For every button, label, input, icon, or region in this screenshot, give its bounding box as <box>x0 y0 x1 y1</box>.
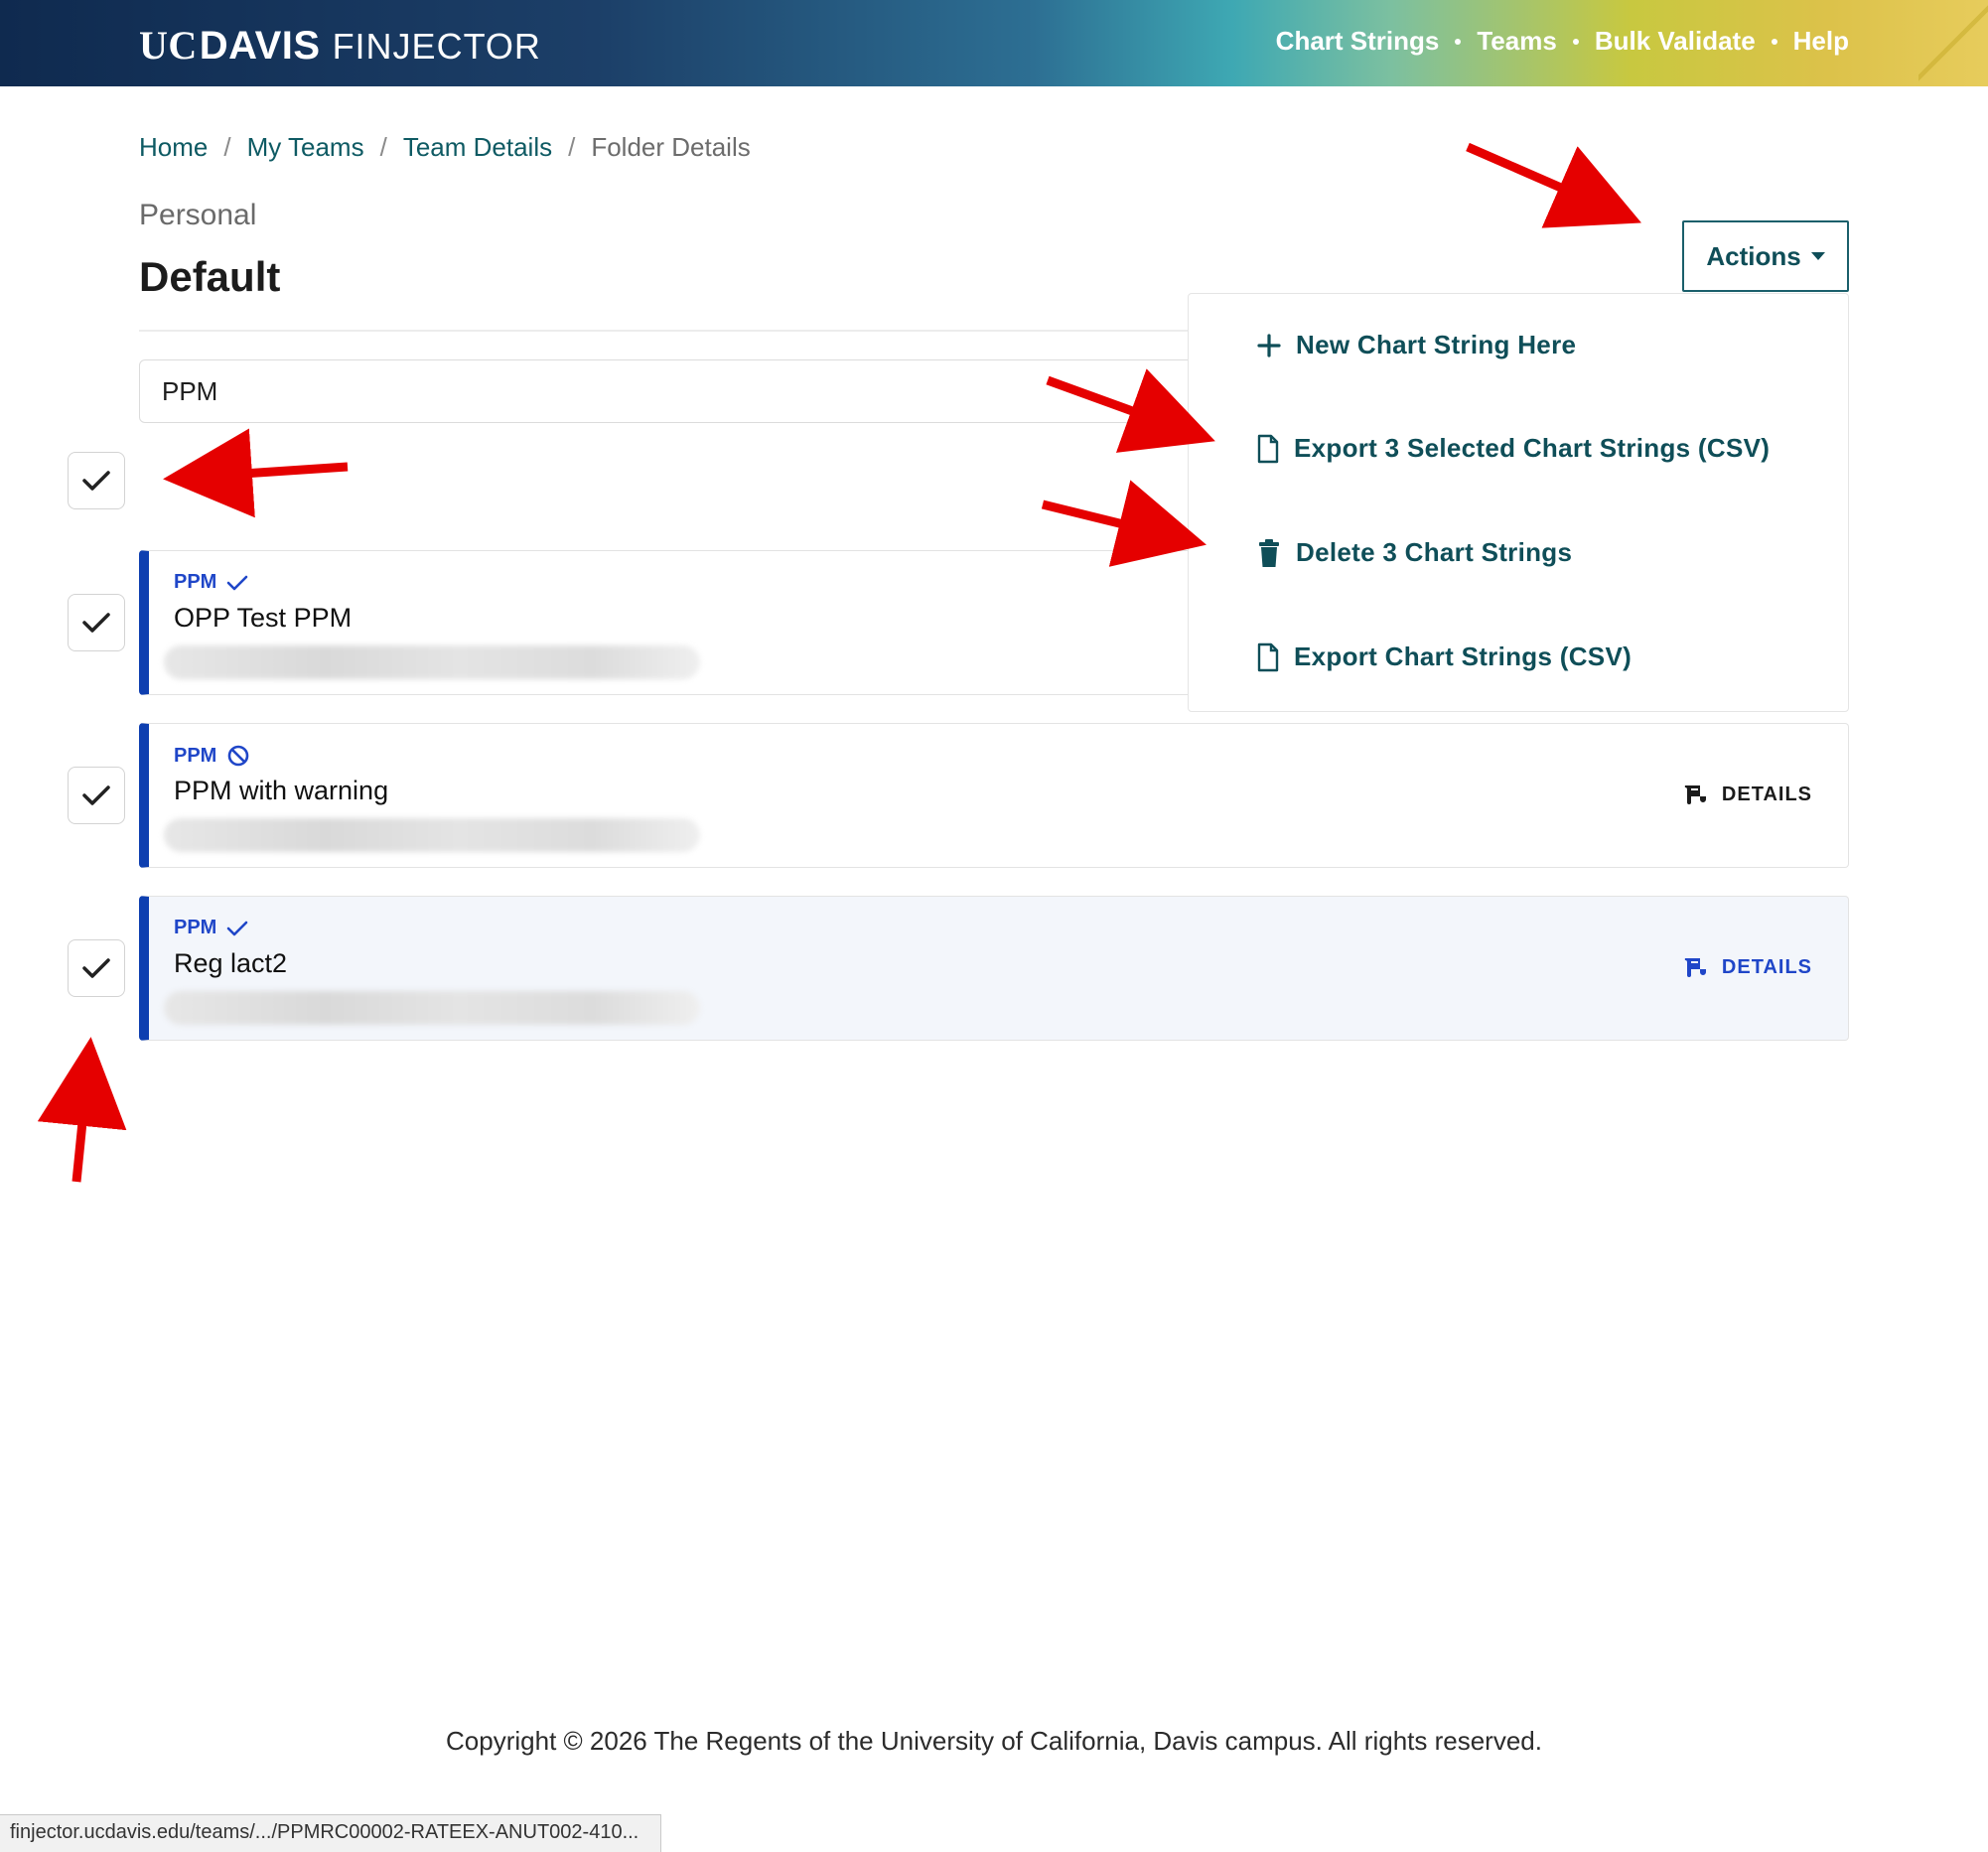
scroll-icon <box>1684 785 1706 804</box>
breadcrumb-home[interactable]: Home <box>139 132 208 163</box>
chart-string-type-badge: PPM <box>174 917 248 939</box>
chart-string-type: PPM <box>174 917 217 938</box>
menu-item-label: New Chart String Here <box>1296 330 1577 359</box>
caret-down-icon <box>1810 252 1825 260</box>
breadcrumb-team-details[interactable]: Team Details <box>403 132 552 163</box>
arrow-to-delete <box>1041 480 1207 567</box>
file-icon <box>1257 642 1279 671</box>
chart-string-name: PPM with warning <box>174 776 389 805</box>
actions-label: Actions <box>1706 240 1801 271</box>
actions-dropdown-menu: New Chart String Here Export 3 Selected … <box>1188 293 1849 712</box>
chart-string-type-badge: PPM <box>174 571 248 594</box>
redacted-segment-string <box>164 818 700 852</box>
chart-string-name: OPP Test PPM <box>174 603 353 633</box>
chart-string-name: Reg lact2 <box>174 948 288 978</box>
nav-teams[interactable]: Teams <box>1477 26 1556 57</box>
scroll-icon <box>1684 958 1706 977</box>
chart-string-row[interactable]: PPM PPM with warning DETAILS <box>139 723 1849 868</box>
menu-item-label: Delete 3 Chart Strings <box>1296 537 1573 567</box>
check-icon <box>227 921 248 935</box>
check-icon <box>82 613 110 633</box>
breadcrumb: Home / My Teams / Team Details / Folder … <box>139 132 751 163</box>
menu-delete-selected[interactable]: Delete 3 Chart Strings <box>1256 537 1572 568</box>
select-all-checkbox[interactable] <box>68 452 125 509</box>
search-value: PPM <box>162 375 218 406</box>
breadcrumb-current: Folder Details <box>591 132 751 162</box>
breadcrumb-my-teams[interactable]: My Teams <box>247 132 364 163</box>
chart-string-type: PPM <box>174 744 217 767</box>
chart-string-type-badge: PPM <box>174 744 250 768</box>
actions-dropdown-button[interactable]: Actions <box>1682 220 1849 292</box>
check-icon <box>227 575 248 590</box>
folder-team-name: Personal <box>139 199 257 231</box>
menu-new-chart-string[interactable]: New Chart String Here <box>1256 330 1576 360</box>
details-label: DETAILS <box>1721 955 1812 978</box>
breadcrumb-separator: / <box>223 132 231 162</box>
details-link[interactable]: DETAILS <box>1682 783 1812 806</box>
browser-status-url: finjector.ucdavis.edu/teams/.../PPMRC000… <box>0 1814 661 1852</box>
breadcrumb-separator: / <box>568 132 576 162</box>
main-nav: Chart Strings Teams Bulk Validate Help <box>1276 26 1849 57</box>
finjector-logo[interactable]: UC DAVIS FINJECTOR <box>139 22 541 68</box>
check-icon <box>82 785 110 805</box>
nav-separator <box>1771 38 1777 45</box>
ban-icon <box>228 745 249 767</box>
details-label: DETAILS <box>1721 783 1812 805</box>
row-checkbox[interactable] <box>68 939 125 997</box>
menu-item-label: Export Chart Strings (CSV) <box>1294 641 1633 671</box>
chart-string-type: PPM <box>174 571 217 593</box>
menu-export-all[interactable]: Export Chart Strings (CSV) <box>1256 641 1632 672</box>
page-title: Default <box>139 253 281 300</box>
menu-item-label: Export 3 Selected Chart Strings (CSV) <box>1294 433 1771 463</box>
nav-chart-strings[interactable]: Chart Strings <box>1276 26 1440 57</box>
menu-export-selected[interactable]: Export 3 Selected Chart Strings (CSV) <box>1256 433 1770 464</box>
file-icon <box>1257 434 1279 463</box>
details-link[interactable]: DETAILS <box>1682 955 1812 979</box>
footer-copyright: Copyright © 2026 The Regents of the Univ… <box>446 1726 1542 1756</box>
logo-davis: DAVIS <box>199 24 321 68</box>
arrow-to-row-checkbox <box>37 1037 127 1183</box>
nav-bulk-validate[interactable]: Bulk Validate <box>1595 26 1756 57</box>
arrow-to-select-all <box>163 428 349 518</box>
check-icon <box>82 471 110 491</box>
nav-separator <box>1572 38 1579 45</box>
logo-product: FINJECTOR <box>332 26 541 67</box>
redacted-segment-string <box>164 645 700 679</box>
chart-string-row[interactable]: PPM Reg lact2 DETAILS <box>139 896 1849 1041</box>
row-checkbox[interactable] <box>68 767 125 824</box>
nav-separator <box>1455 38 1462 45</box>
logo-uc: UC <box>139 23 198 68</box>
nav-help[interactable]: Help <box>1793 26 1849 57</box>
row-checkbox[interactable] <box>68 594 125 651</box>
trash-icon <box>1259 538 1279 567</box>
check-icon <box>82 958 110 978</box>
redacted-segment-string <box>164 991 700 1025</box>
breadcrumb-separator: / <box>379 132 387 162</box>
header-decoration <box>1918 0 1988 86</box>
plus-icon <box>1257 333 1281 357</box>
top-navbar: UC DAVIS FINJECTOR Chart Strings Teams B… <box>0 0 1988 86</box>
arrow-to-actions <box>1466 142 1641 228</box>
